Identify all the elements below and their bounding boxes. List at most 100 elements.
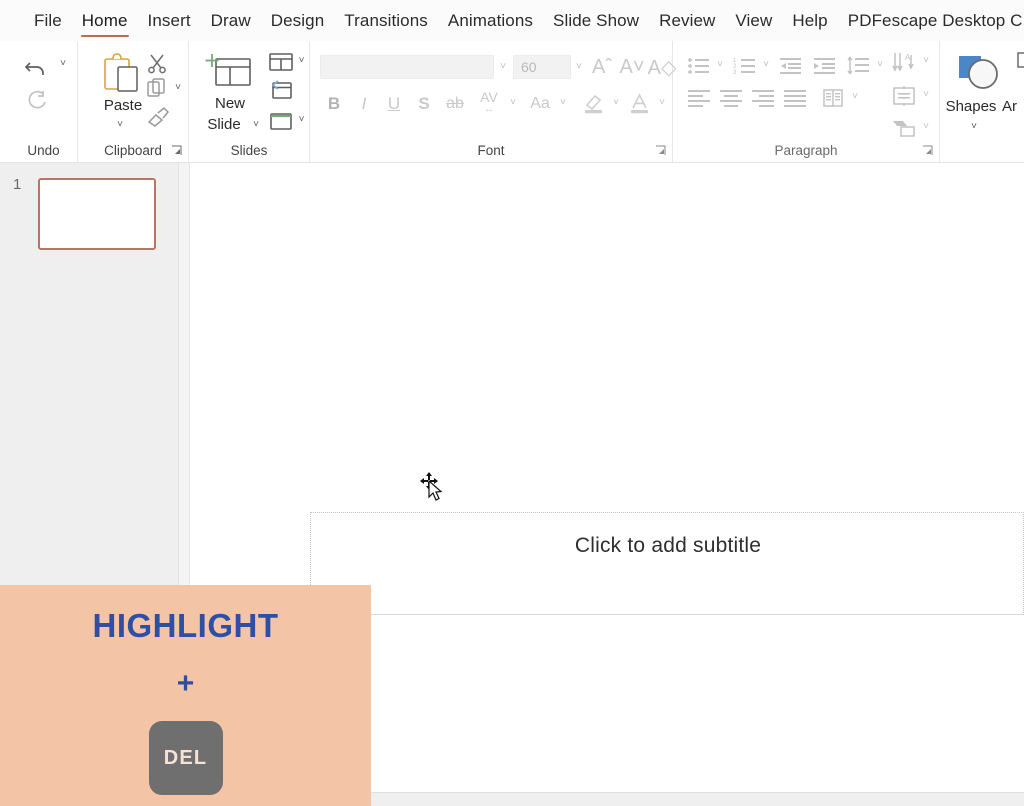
text-direction-button[interactable]: A [889,49,919,75]
paste-button[interactable] [96,49,148,99]
font-size-dropdown-button[interactable]: ˅ [572,59,586,75]
copy-dropdown-button[interactable]: ˅ [171,81,185,95]
shapes-label: Shapes [945,98,997,115]
text-highlight-color-button[interactable] [580,89,608,117]
align-left-button[interactable] [685,85,713,111]
tab-draw[interactable]: Draw [201,0,261,41]
new-slide-button[interactable] [203,49,255,97]
tab-review[interactable]: Review [649,0,725,41]
redo-button[interactable] [18,84,54,116]
italic-button[interactable]: I [352,91,376,117]
highlight-color-icon [585,94,602,114]
shapes-dropdown-button[interactable]: ˅ [964,119,984,135]
paragraph-dialog-launcher[interactable] [922,145,933,156]
underline-button[interactable]: U [382,91,406,117]
ribbon-group-label-undo: Undo [27,143,60,158]
copy-button[interactable] [144,77,170,101]
tab-home[interactable]: Home [72,0,138,41]
clear-formatting-button[interactable]: A◇ [648,53,677,81]
strikethrough-button[interactable]: ab [440,91,470,117]
align-text-button[interactable] [889,83,919,109]
bullets-icon [688,58,709,74]
tab-file[interactable]: File [24,0,72,41]
paste-dropdown-button[interactable]: ˅ [108,117,132,133]
dialog-launcher-icon [172,145,182,155]
tab-animations[interactable]: Animations [438,0,543,41]
align-text-icon [893,86,915,106]
section-dropdown-button[interactable]: ˅ [295,113,308,127]
font-color-dropdown-button[interactable]: ˅ [655,95,669,111]
align-text-dropdown-button[interactable]: ˅ [919,87,933,103]
text-direction-dropdown-button[interactable]: ˅ [919,53,933,69]
justify-button[interactable] [781,85,809,111]
shapes-button[interactable] [954,51,1006,97]
bullets-button[interactable] [685,53,713,79]
font-dialog-launcher[interactable] [655,145,666,156]
dialog-launcher-icon [656,145,666,155]
decrease-indent-button[interactable] [777,53,805,79]
decrease-font-size-button[interactable]: A˅ [618,53,646,81]
increase-indent-button[interactable] [811,53,839,79]
bullets-dropdown-button[interactable]: ˅ [713,57,727,73]
line-spacing-dropdown-button[interactable]: ˅ [873,57,887,73]
convert-to-smartart-button[interactable] [889,115,919,141]
chevron-down-icon: ˅ [175,82,181,93]
subtitle-placeholder-text: Click to add subtitle [574,534,762,557]
character-spacing-button[interactable]: AV ↔ [473,89,505,115]
align-center-button[interactable] [717,85,745,111]
paintbrush-icon [147,106,170,127]
format-painter-button[interactable] [144,104,172,130]
text-highlight-dropdown-button[interactable]: ˅ [609,95,623,111]
line-spacing-icon [847,56,869,75]
ribbon-group-undo: ˅ Undo [10,41,78,163]
new-slide-dropdown-button[interactable]: ˅ [249,117,263,133]
line-spacing-button[interactable] [845,53,873,79]
redo-arrow-icon [28,90,46,109]
clipboard-dialog-launcher[interactable] [171,145,182,156]
tab-label: Transitions [344,10,428,30]
align-right-button[interactable] [749,85,777,111]
columns-dropdown-button[interactable]: ˅ [848,89,862,105]
move-cursor-icon [420,472,443,501]
arrange-icon-partial[interactable] [1016,51,1024,73]
slide-surface[interactable]: Click to add subtitle [190,196,1024,647]
undo-button[interactable] [18,51,54,83]
font-size-input[interactable]: 60 [513,55,571,79]
font-name-dropdown-button[interactable]: ˅ [496,59,510,75]
slide-thumbnail-1[interactable] [38,178,156,250]
change-case-label: Aa [530,95,550,112]
tab-pdfescape-desktop[interactable]: PDFescape Desktop C [838,0,1024,41]
tab-view[interactable]: View [725,0,782,41]
change-case-dropdown-button[interactable]: ˅ [556,95,570,111]
text-shadow-button[interactable]: S [412,91,436,117]
tab-design[interactable]: Design [261,0,335,41]
columns-button[interactable] [819,85,847,111]
slide-layout-button[interactable] [268,51,294,73]
slide-layout-dropdown-button[interactable]: ˅ [295,54,308,68]
section-button[interactable] [268,109,294,133]
ribbon-tab-bar: File Home Insert Draw Design Transitions… [0,0,1024,41]
numbering-dropdown-button[interactable]: ˅ [759,57,773,73]
chevron-down-icon: ˅ [717,59,723,70]
convert-to-smartart-dropdown-button[interactable]: ˅ [919,119,933,135]
mouse-cursor [420,472,448,502]
underline-label: U [387,94,401,113]
paste-icon [104,53,138,92]
bold-button[interactable]: B [322,91,346,117]
ribbon-group-label-paragraph: Paragraph [774,143,838,158]
change-case-button[interactable]: Aa [524,91,556,117]
ribbon-group-paragraph: ˅ 1 2 3 ˅ ˅ ˅ A ˅ ˅ ˅ Paragraph [673,41,940,163]
tab-help[interactable]: Help [782,0,837,41]
font-color-button[interactable] [626,89,654,117]
reset-slide-button[interactable] [268,78,294,102]
tab-slide-show[interactable]: Slide Show [543,0,649,41]
tab-transitions[interactable]: Transitions [334,0,438,41]
undo-dropdown-button[interactable]: ˅ [56,57,70,71]
character-spacing-dropdown-button[interactable]: ˅ [506,95,520,111]
strikethrough-label: ab [446,95,464,112]
font-name-input[interactable] [320,55,494,79]
numbering-button[interactable]: 1 2 3 [731,53,759,79]
increase-font-size-button[interactable]: Aˆ [588,53,616,81]
cut-button[interactable] [144,51,170,75]
tab-insert[interactable]: Insert [138,0,201,41]
